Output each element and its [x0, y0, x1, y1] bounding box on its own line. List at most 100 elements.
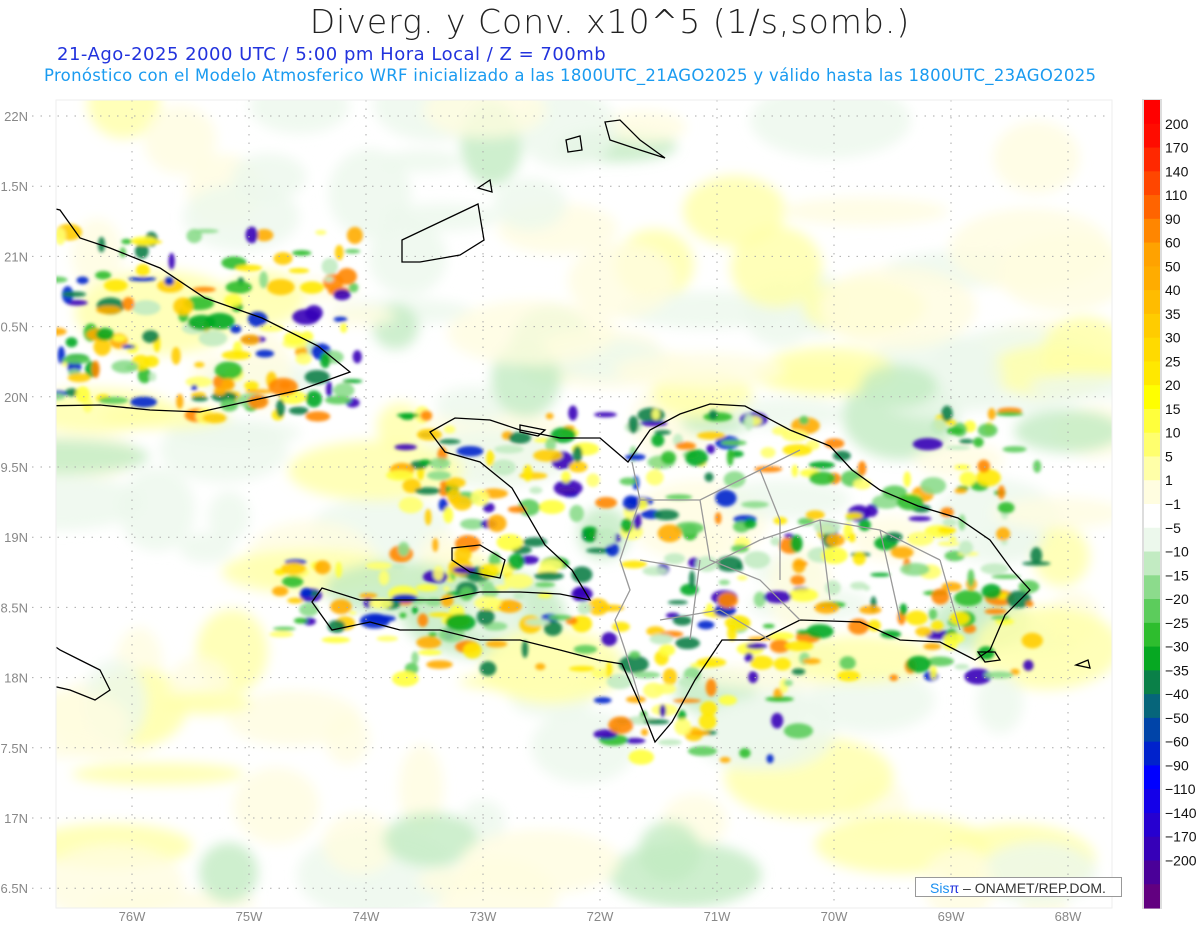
field-cell [75, 386, 90, 403]
field-cell [717, 592, 738, 609]
colorbar-swatch [1144, 171, 1160, 196]
field-cell [417, 613, 429, 628]
field-blob [567, 242, 676, 319]
field-cell [654, 683, 677, 695]
field-cell [121, 344, 136, 349]
field-cell [221, 378, 235, 391]
colorbar-swatch [1144, 123, 1160, 149]
colorbar-swatch [1144, 480, 1160, 505]
field-cell [813, 519, 841, 534]
field-cell [977, 423, 998, 438]
colorbar-label: 10 [1165, 425, 1181, 441]
field-cell [593, 411, 617, 418]
field-cell [300, 281, 324, 294]
field-cell [321, 258, 338, 275]
field-cell [942, 518, 957, 527]
field-cell [569, 665, 596, 672]
field-cell [95, 327, 115, 341]
field-cell [637, 407, 665, 423]
lat-label: 19N [4, 530, 28, 545]
colorbar-swatch [1144, 408, 1160, 434]
field-cell [340, 322, 348, 333]
field-blob [384, 203, 499, 232]
colorbar-label: −15 [1165, 567, 1189, 583]
field-blob [384, 149, 462, 172]
field-cell [259, 324, 284, 332]
colorbar-swatch [1144, 242, 1160, 267]
field-cell [824, 438, 845, 449]
field-cell [674, 718, 692, 736]
field-cell [744, 551, 771, 569]
field-cell [333, 383, 355, 398]
colorbar-swatch [1144, 551, 1160, 576]
field-cell [190, 384, 198, 391]
field-cell [428, 632, 438, 637]
field-blob [460, 829, 620, 895]
field-cell [545, 437, 556, 452]
field-cell [792, 558, 806, 574]
field-cell [376, 635, 399, 642]
field-cell [975, 469, 1001, 487]
field-cell [330, 599, 352, 615]
credit-brand-symbol: π [949, 880, 960, 896]
lat-label: 0.5N [1, 320, 28, 335]
field-cell [1021, 632, 1043, 649]
lon-label: 75W [236, 909, 263, 924]
field-cell [858, 519, 871, 532]
colorbar-swatch [1144, 812, 1160, 838]
colorbar-swatch [1144, 694, 1160, 719]
colorbar-label: 90 [1165, 211, 1181, 227]
field-blob [638, 820, 701, 883]
colorbar-label: −35 [1165, 662, 1189, 678]
colorbar-swatch [1144, 670, 1160, 695]
field-cell [1033, 459, 1042, 473]
field-cell [185, 376, 213, 388]
field-cell [577, 602, 592, 615]
field-cell [324, 276, 334, 283]
field-cell [452, 495, 472, 511]
field-cell [718, 579, 730, 586]
field-cell [920, 477, 947, 495]
lat-label: 6.5N [1, 881, 28, 896]
field-cell [859, 605, 882, 615]
field-cell [479, 661, 497, 676]
field-cell [186, 228, 202, 244]
colorbar-label: −90 [1165, 757, 1189, 773]
lon-label: 74W [353, 909, 380, 924]
field-cell [954, 590, 983, 607]
field-cell [620, 560, 648, 569]
field-cell [808, 461, 835, 469]
field-cell [984, 608, 1007, 615]
field-blob [249, 100, 350, 134]
field-cell [416, 428, 442, 441]
field-cell [790, 575, 806, 586]
field-cell [56, 227, 66, 246]
colorbar-label: −60 [1165, 734, 1189, 750]
field-cell [529, 486, 543, 494]
field-cell [67, 372, 91, 383]
field-cell [333, 316, 348, 323]
field-cell [390, 564, 406, 569]
colorbar-label: 170 [1165, 140, 1189, 156]
field-cell [865, 504, 878, 517]
field-cell [130, 396, 157, 408]
field-cell [486, 450, 495, 467]
field-cell [977, 459, 991, 473]
field-cell [272, 626, 296, 631]
chart-subtitle-date: 21-Ago-2025 2000 UTC / 5:00 pm Hora Loca… [57, 44, 607, 65]
field-cell [98, 396, 129, 405]
field-cell [719, 756, 731, 763]
field-cell [959, 471, 977, 486]
field-cell [148, 372, 157, 382]
field-cell [809, 471, 836, 485]
field-cell [164, 276, 175, 286]
field-cell [418, 649, 442, 656]
field-cell [760, 447, 776, 458]
field-blob [1014, 409, 1112, 453]
field-cell [937, 526, 957, 535]
field-cell [534, 571, 564, 581]
field-blob [143, 105, 217, 175]
chart-subtitle-model: Pronóstico con el Modelo Atmosferico WRF… [44, 66, 1097, 85]
field-cell [456, 446, 484, 457]
field-cell [443, 585, 450, 592]
